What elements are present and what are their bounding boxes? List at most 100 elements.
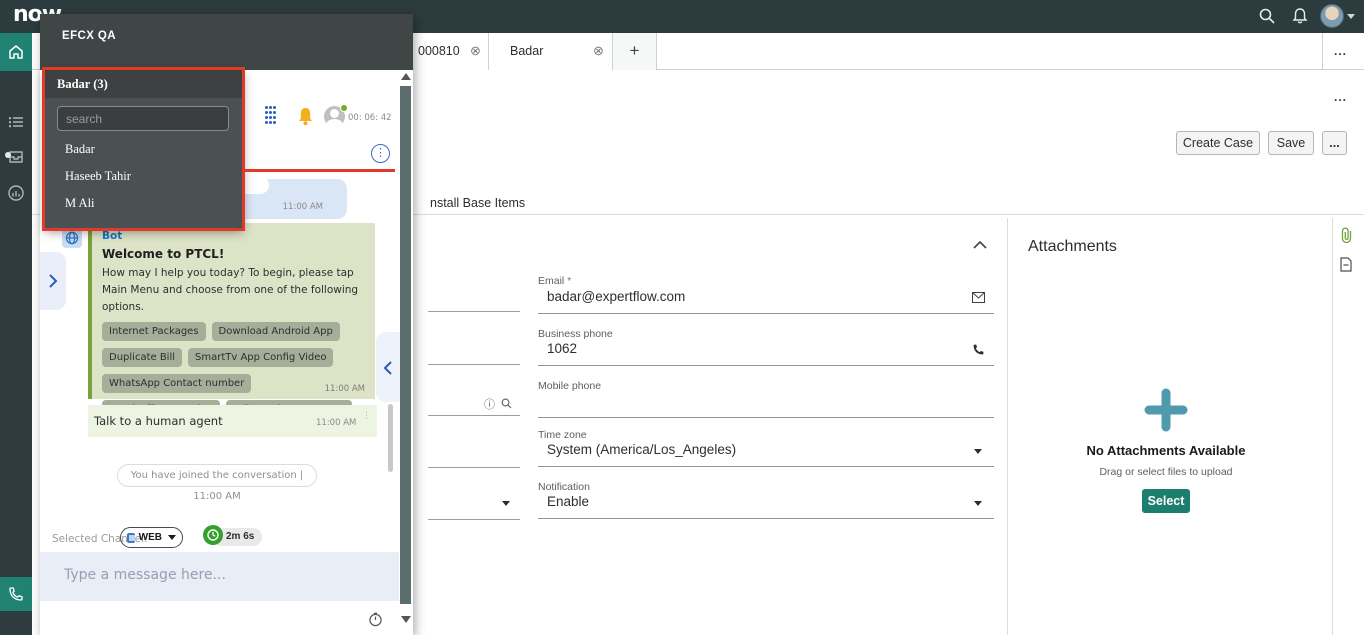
field-underline [538,313,994,314]
record-context-menu-button[interactable]: ... [1334,90,1347,104]
document-icon[interactable] [1340,257,1352,272]
user-avatar[interactable] [1320,4,1344,28]
history-clock-icon[interactable] [368,612,383,627]
field-underline [538,518,994,519]
scrollbar-thumb[interactable] [400,86,411,604]
message-timestamp: 11:00 AM [283,202,323,212]
time-zone-select[interactable]: System (America/Los_Angeles) [547,442,967,457]
home-icon [7,43,25,61]
more-actions-button[interactable]: ... [1322,131,1347,155]
field-label: Business phone [538,328,613,340]
channel-value: WEB [139,532,162,543]
message-input[interactable] [40,552,399,601]
quick-reply-button[interactable]: SmartTv App Config Video [188,348,333,367]
no-attachments-text: No Attachments Available [1007,443,1325,458]
attachments-hint-text: Drag or select files to upload [1007,466,1325,478]
quick-reply-button[interactable]: Download Android App [212,322,340,341]
chat-window-titlebar[interactable]: EFCX QA [40,14,413,70]
scrollbar-up-arrow[interactable] [401,73,411,80]
chat-window-title: EFCX QA [62,30,116,42]
tab-close-icon[interactable]: ⊗ [593,43,604,59]
paperclip-icon[interactable] [1340,227,1353,243]
chevron-down-icon [168,535,176,540]
field-underline [538,466,994,467]
field-label: Notification [538,481,590,493]
agent-status-dot [340,104,348,112]
inbox-notification-dot [5,152,11,158]
tab-close-icon[interactable]: ⊗ [470,43,481,59]
dialpad-icon[interactable] [265,106,281,128]
create-case-button[interactable]: Create Case [1176,131,1260,155]
select-arrow-icon[interactable] [974,449,982,454]
new-tab-button[interactable]: + [613,33,657,70]
sidebar-item-dashboard[interactable] [7,184,25,202]
conversation-menu-button[interactable]: ⋮ [371,144,390,163]
chevron-left-icon [383,360,393,376]
search-icon[interactable] [1258,7,1276,25]
left-nav-sidebar [0,33,32,635]
field-underline [428,519,520,520]
notification-select[interactable]: Enable [547,494,967,509]
web-channel-icon [127,533,135,543]
contacts-search-input[interactable] [57,106,229,131]
panel-divider [1007,218,1008,635]
phone-icon [972,343,985,356]
field-underline [538,365,994,366]
quick-reply-button[interactable]: Duplicate Bill [102,348,182,367]
tab-label: 000810 [418,44,460,58]
sidebar-item-home[interactable] [0,33,32,71]
quick-reply-button[interactable]: WhatsApp Contact number [102,374,251,393]
collapse-section-icon[interactable] [972,240,988,250]
bot-message-title: Welcome to PTCL! [102,247,365,261]
field-label: Time zone [538,429,587,441]
field-notification: Notification Enable [538,477,590,495]
contact-list-item[interactable]: M Ali [45,190,243,217]
bot-sender-name: Bot [102,230,365,242]
info-icon[interactable]: ⓘ [484,396,495,412]
quick-reply-button[interactable]: Internet Packages [102,322,206,341]
tab-record-badar[interactable]: Badar ⊗ [489,33,613,70]
avatar-caret-icon [1347,14,1355,19]
select-arrow-icon[interactable] [974,501,982,506]
field-time-zone: Time zone System (America/Los_Angeles) [538,425,587,443]
chat-footer-bar [40,601,399,635]
business-phone-field[interactable]: 1062 [547,341,967,356]
bot-message-bubble: Bot Welcome to PTCL! How may I help you … [88,223,375,399]
section-tab-install-base-items[interactable]: nstall Base Items [430,196,525,210]
message-timestamp: 11:00 AM [316,418,356,428]
agent-message-bubble: Talk to a human agent 11:00 AM ⋮ [88,405,377,437]
panel-expand-handle[interactable] [40,252,66,310]
channel-selector[interactable]: WEB [120,527,183,548]
chat-notifications-bell-icon[interactable] [296,106,315,127]
contact-list-item[interactable]: Badar [45,136,243,163]
select-arrow-icon[interactable] [502,501,510,506]
field-underline [428,415,520,416]
agent-message-text: Talk to a human agent [94,414,223,428]
sidebar-item-lists[interactable] [7,113,25,131]
list-icon [7,113,25,131]
field-label: Mobile phone [538,380,601,392]
contact-list-item[interactable]: Haseeb Tahir [45,163,243,190]
field-mobile-phone: Mobile phone [538,376,601,394]
chevron-right-icon [48,273,58,289]
tab-overflow-menu-button[interactable]: ... [1334,44,1347,58]
add-attachment-plus-icon[interactable] [1144,388,1188,432]
email-field[interactable]: badar@expertflow.com [547,289,977,304]
panel-collapse-handle[interactable] [376,332,400,402]
notifications-bell-icon[interactable] [1291,7,1309,25]
chat-inner-scrollbar[interactable] [388,404,393,472]
field-label: Email [538,275,564,287]
dashboard-globe-icon [7,184,25,202]
scrollbar-down-arrow[interactable] [401,616,411,623]
lookup-icon[interactable] [501,398,512,409]
message-timestamp: 11:00 AM [325,384,365,394]
clock-icon [203,525,223,545]
save-button[interactable]: Save [1268,131,1314,155]
message-input-area [40,552,399,601]
phone-icon [8,586,24,602]
annotation-highlight-line [245,169,395,172]
sidebar-item-phone[interactable] [0,577,32,611]
required-mark: * [567,276,571,287]
message-options-icon[interactable]: ⋮ [362,411,371,421]
select-files-button[interactable]: Select [1142,489,1190,513]
